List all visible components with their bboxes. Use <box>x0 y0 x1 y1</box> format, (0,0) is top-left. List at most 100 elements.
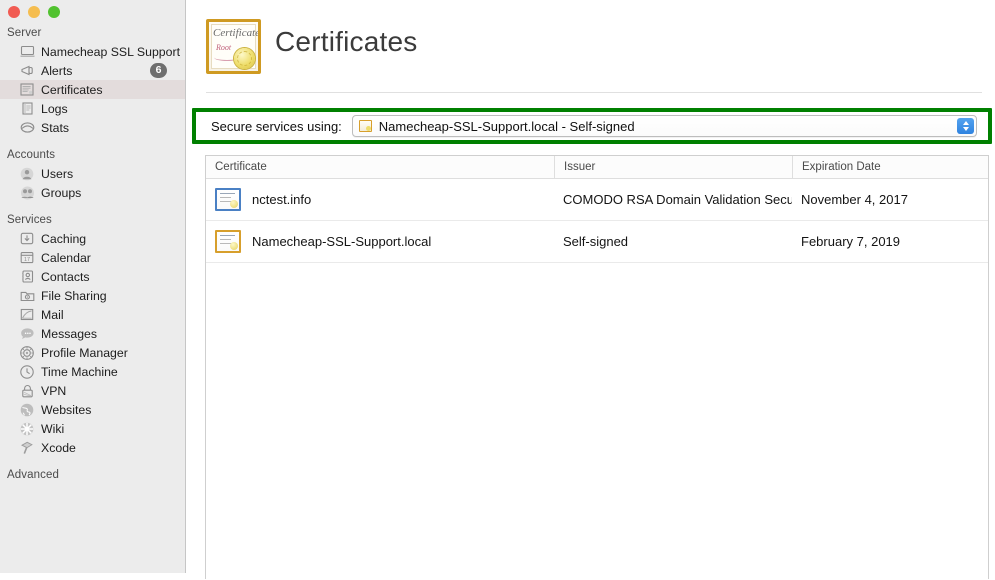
sidebar-group-title-advanced: Advanced <box>7 469 59 481</box>
sidebar-item-label: Wiki <box>41 421 65 436</box>
secure-services-popup-button[interactable]: Namecheap-SSL-Support.local - Self-signe… <box>351 115 977 137</box>
sidebar-item-label: Time Machine <box>41 364 118 379</box>
sidebar-item-label: Profile Manager <box>41 345 128 360</box>
sidebar-item-contacts[interactable]: Contacts <box>0 267 185 286</box>
sidebar-item-logs[interactable]: Logs <box>0 99 185 118</box>
certificate-document-icon <box>19 83 35 97</box>
speech-bubble-icon <box>19 327 35 341</box>
pinwheel-icon <box>19 422 35 436</box>
certificate-small-icon <box>358 120 372 132</box>
cell-certificate: nctest.info <box>206 179 554 220</box>
sidebar-item-users[interactable]: Users <box>0 164 185 183</box>
stats-gauge-icon <box>19 121 35 135</box>
hammer-icon <box>19 441 35 455</box>
sidebar-item-badge: 6 <box>150 63 167 78</box>
server-app-window: Server Namecheap SSL Support Alerts 6 Certif… <box>0 0 995 580</box>
sidebar-group-title-services: Services <box>7 214 52 226</box>
server-computer-icon <box>19 45 35 59</box>
sidebar-item-label: Alerts <box>41 63 73 78</box>
sidebar-item-namecheap-ssl-support[interactable]: Namecheap SSL Support <box>0 42 185 61</box>
table-row[interactable]: nctest.info COMODO RSA Domain Validation … <box>206 179 988 221</box>
certificate-gold-icon <box>215 230 241 253</box>
sidebar-item-alerts[interactable]: Alerts 6 <box>0 61 185 80</box>
folder-share-icon <box>19 289 35 303</box>
group-icon <box>19 186 35 200</box>
sidebar-item-time-machine[interactable]: Time Machine <box>0 362 185 381</box>
table-header-row: Certificate Issuer Expiration Date <box>206 156 988 179</box>
mail-stamp-icon <box>19 308 35 322</box>
column-header-certificate[interactable]: Certificate <box>206 156 554 178</box>
cell-expiration: February 7, 2019 <box>801 234 901 249</box>
sidebar-item-stats[interactable]: Stats <box>0 118 185 137</box>
certificate-blue-icon <box>215 188 241 211</box>
column-header-expiration[interactable]: Expiration Date <box>792 156 988 178</box>
header-divider <box>206 92 982 93</box>
sidebar-item-label: Caching <box>41 231 87 246</box>
globe-icon <box>19 403 35 417</box>
minimize-window-button[interactable] <box>28 6 40 18</box>
cell-issuer: COMODO RSA Domain Validation Secu... <box>563 192 792 207</box>
sidebar-item-file-sharing[interactable]: File Sharing <box>0 286 185 305</box>
certificate-icon-subtitle: Root <box>216 43 232 52</box>
sidebar-item-label: Certificates <box>41 82 103 97</box>
sidebar-item-label: Websites <box>41 402 92 417</box>
sidebar-item-xcode[interactable]: Xcode <box>0 438 185 457</box>
sidebar-item-label: Xcode <box>41 440 76 455</box>
secure-services-selected-value: Namecheap-SSL-Support.local - Self-signe… <box>378 118 635 134</box>
user-icon <box>19 167 35 181</box>
sidebar-item-label: Messages <box>41 326 98 341</box>
zoom-window-button[interactable] <box>48 6 60 18</box>
sidebar-item-caching[interactable]: Caching <box>0 229 185 248</box>
sidebar-item-label: Contacts <box>41 269 90 284</box>
sidebar-group-title-server: Server <box>7 27 42 39</box>
gear-circle-icon <box>19 345 35 360</box>
seal-graphic <box>234 48 255 69</box>
sidebar-item-certificates[interactable]: Certificates <box>0 80 185 99</box>
table-row[interactable]: Namecheap-SSL-Support.local Self-signed Fe… <box>206 221 988 263</box>
close-window-button[interactable] <box>8 6 20 18</box>
log-document-icon <box>19 102 35 116</box>
sidebar-item-label: File Sharing <box>41 288 107 303</box>
certificate-name: nctest.info <box>252 192 312 207</box>
sidebar-item-messages[interactable]: Messages <box>0 324 185 343</box>
calendar-icon: 17 <box>19 251 35 265</box>
sidebar-item-wiki[interactable]: Wiki <box>0 419 185 438</box>
contacts-book-icon <box>19 270 35 284</box>
sidebar-item-label: Mail <box>41 307 64 322</box>
table-body: nctest.info COMODO RSA Domain Validation … <box>206 179 988 263</box>
up-down-chevron-icon[interactable] <box>957 118 974 134</box>
cell-issuer: Self-signed <box>563 234 629 249</box>
sidebar-item-label: Logs <box>41 101 68 116</box>
column-header-issuer[interactable]: Issuer <box>554 156 792 178</box>
sidebar-item-label: Calendar <box>41 250 91 265</box>
svg-text:17: 17 <box>24 257 30 263</box>
sidebar-item-groups[interactable]: Groups <box>0 183 185 202</box>
page-header: Certificate Root Certificates <box>187 0 995 93</box>
cell-expiration: November 4, 2017 <box>801 192 908 207</box>
page-title: Certificates <box>275 26 418 57</box>
padlock-icon <box>19 384 35 398</box>
sidebar-item-label: VPN <box>41 383 67 398</box>
window-traffic-lights <box>8 6 60 18</box>
certificate-name: Namecheap-SSL-Support.local <box>252 234 432 249</box>
sidebar-item-label: Groups <box>41 185 82 200</box>
sidebar-item-calendar[interactable]: 17 Calendar <box>0 248 185 267</box>
clock-icon <box>19 364 35 379</box>
certificate-seal-icon: Certificate Root <box>206 19 261 74</box>
cell-certificate: Namecheap-SSL-Support.local <box>206 221 554 262</box>
sidebar-item-mail[interactable]: Mail <box>0 305 185 324</box>
highlight-annotation-box: Secure services using: Namecheap-SSL-Sup… <box>192 108 992 144</box>
certificates-table: Certificate Issuer Expiration Date nctes… <box>205 155 989 579</box>
sidebar-item-profile-manager[interactable]: Profile Manager <box>0 343 185 362</box>
sidebar-item-label: Users <box>41 166 74 181</box>
megaphone-icon <box>19 64 35 78</box>
secure-services-label: Secure services using: <box>211 118 342 134</box>
certificate-icon-title: Certificate <box>213 27 261 39</box>
download-box-icon <box>19 232 35 246</box>
sidebar-group-title-accounts: Accounts <box>7 149 56 161</box>
sidebar-item-vpn[interactable]: VPN <box>0 381 185 400</box>
sidebar-item-websites[interactable]: Websites <box>0 400 185 419</box>
